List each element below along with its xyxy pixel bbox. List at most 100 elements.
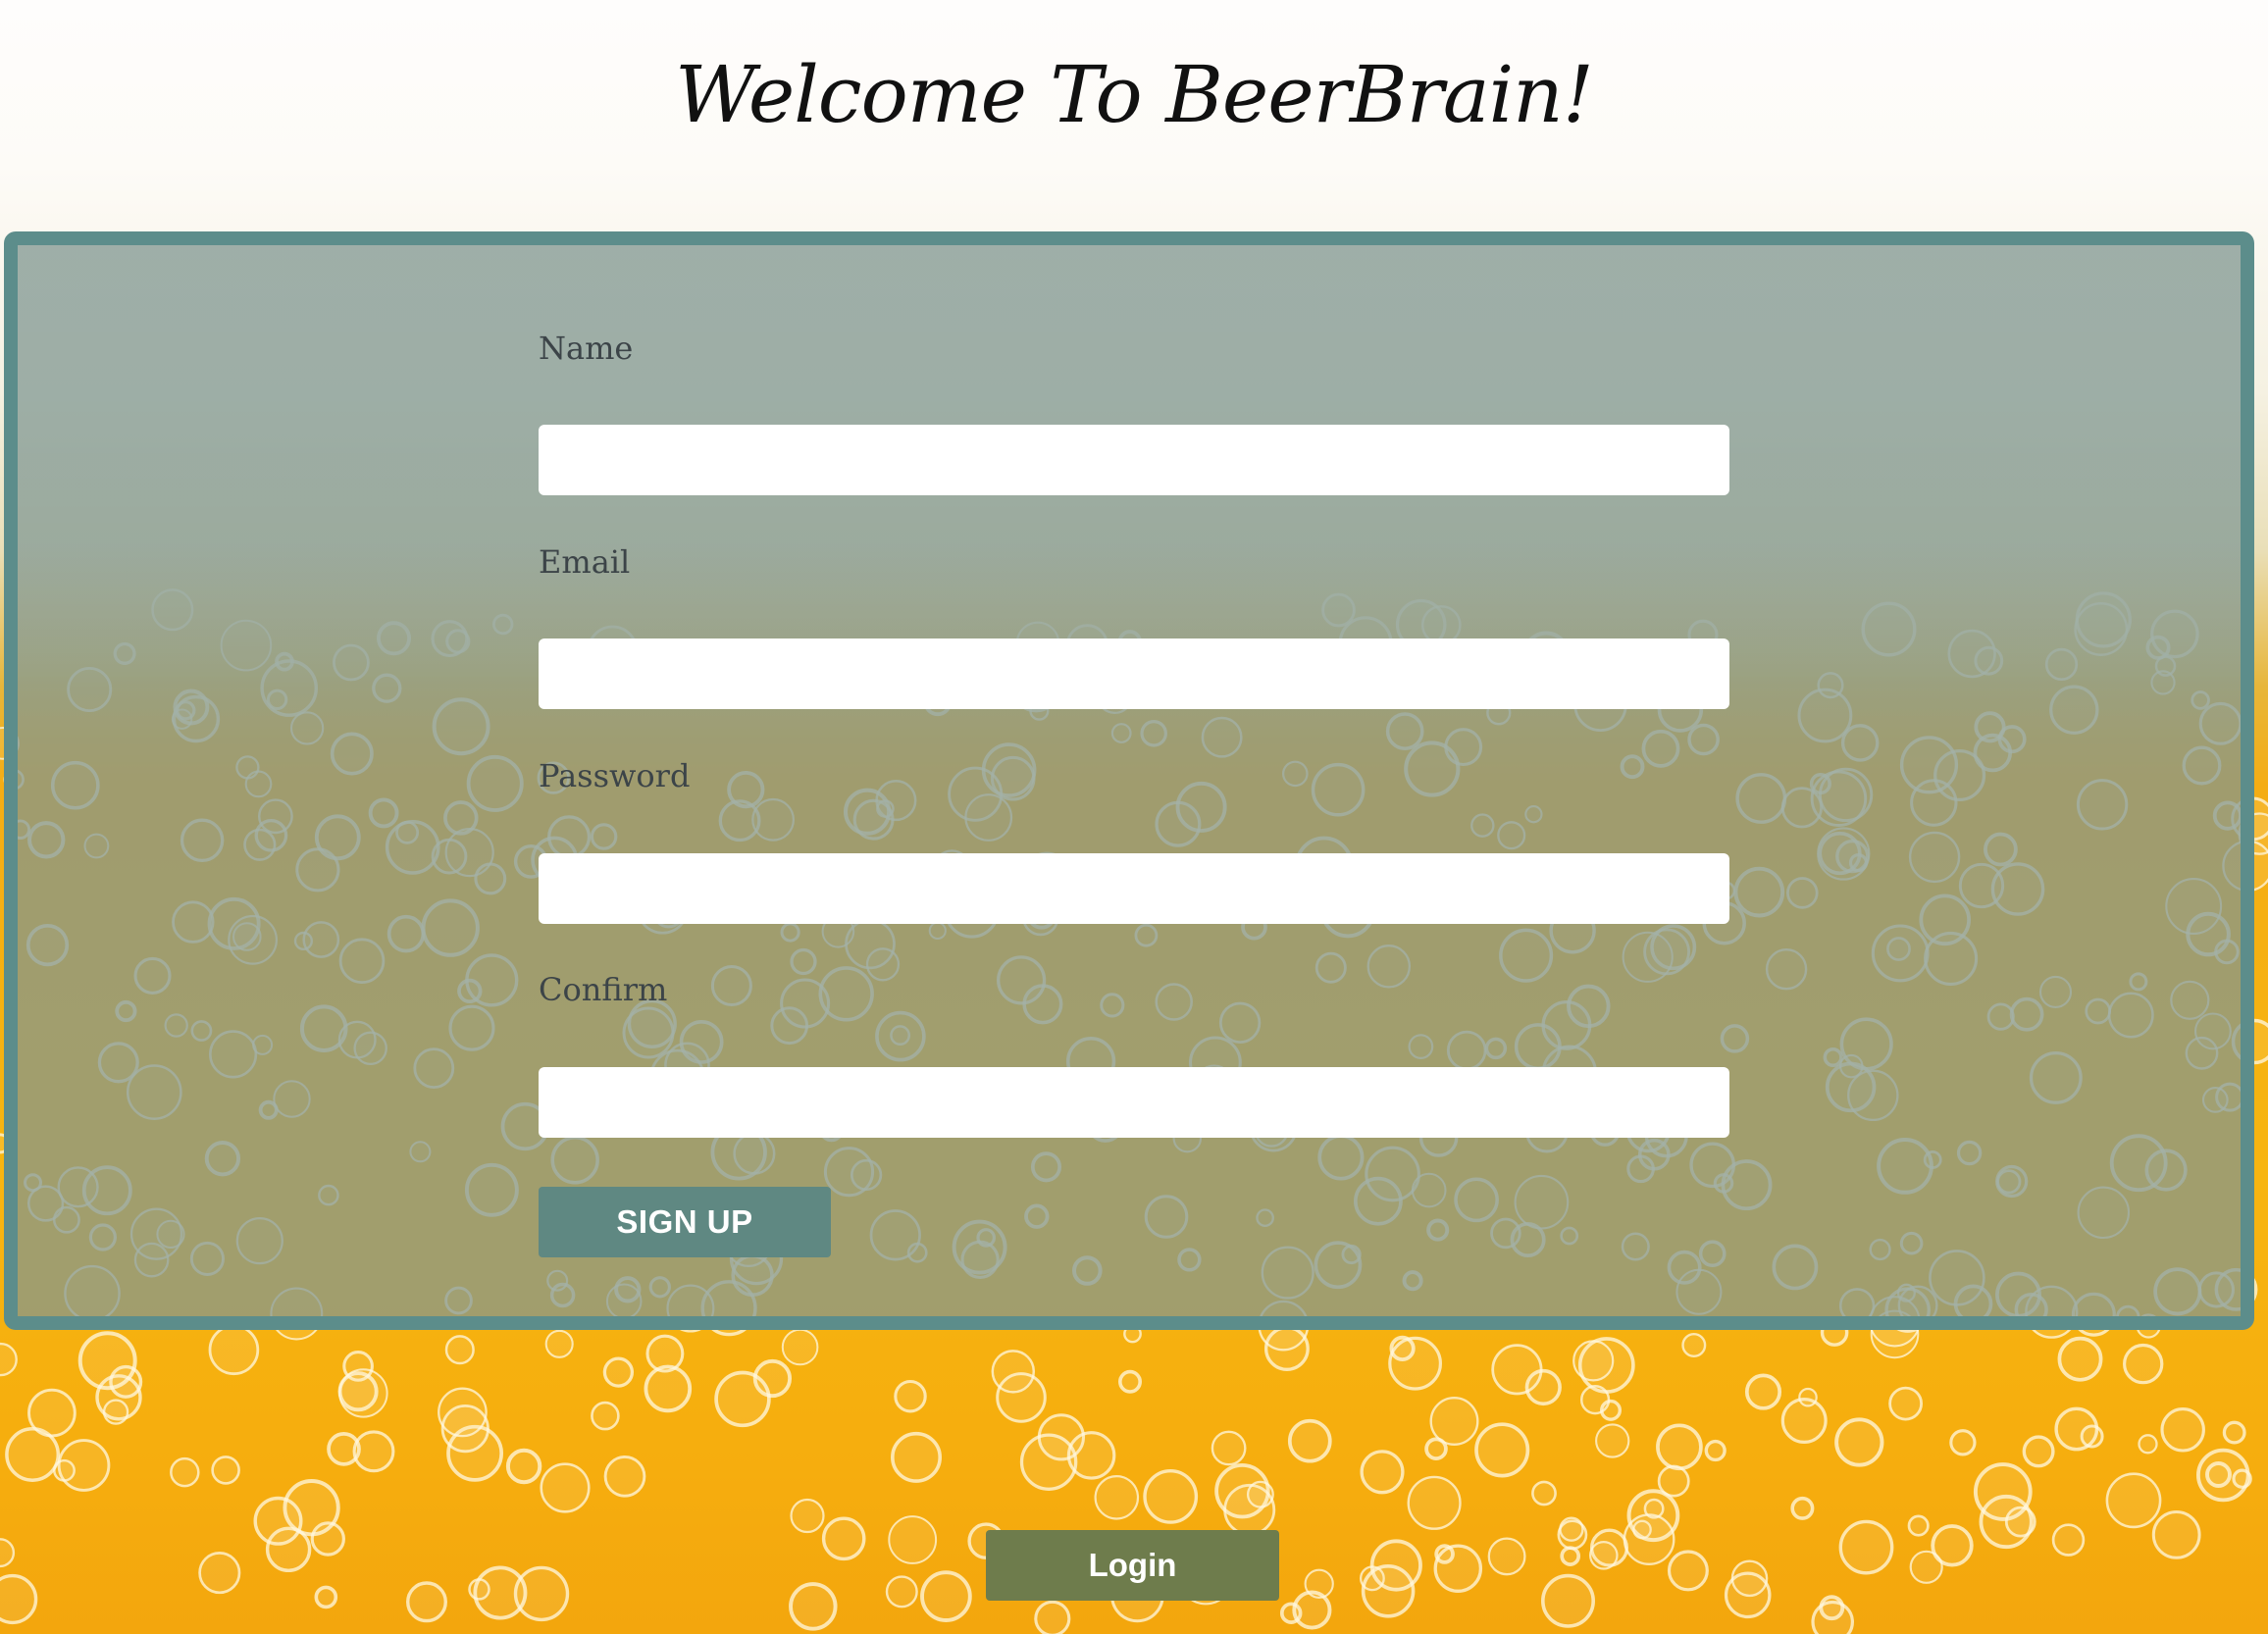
bubble: [211, 1455, 240, 1485]
bubble: [53, 1458, 76, 1482]
bubble: [1657, 1464, 1690, 1498]
bubble: [1407, 1475, 1462, 1530]
bubble: [1066, 1431, 1116, 1480]
bubble: [1369, 1539, 1422, 1592]
bubble: [1626, 1489, 1680, 1543]
bubble: [109, 1364, 143, 1399]
bubble: [1429, 1396, 1479, 1446]
bubble: [253, 1496, 303, 1546]
bubble: [1094, 1475, 1140, 1520]
bubble: [894, 1379, 927, 1413]
bubble: [208, 1324, 260, 1376]
bubble: [644, 1364, 693, 1413]
bubble: [1531, 1480, 1557, 1506]
bubble: [57, 1439, 111, 1492]
password-label: Password: [539, 757, 691, 794]
bubble: [1359, 1565, 1385, 1592]
bubble: [2160, 1407, 2205, 1453]
password-input[interactable]: [539, 853, 1729, 924]
email-label: Email: [539, 543, 631, 581]
bubble: [95, 1374, 142, 1421]
bubble: [1667, 1550, 1709, 1592]
bubble: [513, 1565, 570, 1622]
bubble: [1643, 1498, 1665, 1519]
bubble: [2122, 1343, 2164, 1385]
bubble: [1118, 1369, 1143, 1394]
bubble: [446, 1424, 504, 1482]
login-button[interactable]: Login: [986, 1530, 1279, 1601]
bubble: [265, 1526, 312, 1573]
bubble: [1491, 1344, 1543, 1396]
bubble: [2232, 1468, 2252, 1489]
bubble: [1907, 1514, 1930, 1537]
bubble: [1790, 1496, 1815, 1520]
bubble: [1724, 1571, 1772, 1619]
bubble: [991, 1350, 1036, 1394]
confirm-password-input[interactable]: [539, 1067, 1729, 1138]
bubble: [1304, 1568, 1334, 1599]
bubble: [1557, 1519, 1588, 1551]
bubble: [1681, 1332, 1707, 1357]
bubble: [505, 1448, 542, 1485]
bubble: [1019, 1433, 1078, 1491]
bubble: [406, 1581, 448, 1623]
bubble: [1292, 1590, 1332, 1630]
bubble: [752, 1358, 793, 1399]
bubble: [0, 1538, 16, 1568]
bubble: [1559, 1516, 1584, 1542]
bubble: [920, 1570, 972, 1622]
bubble: [314, 1585, 338, 1609]
bubble: [1424, 1437, 1448, 1460]
bubble: [310, 1521, 345, 1557]
bubble: [352, 1430, 395, 1473]
bubble: [5, 1427, 61, 1482]
bubble: [1434, 1544, 1455, 1564]
bubble: [996, 1372, 1047, 1423]
bubble: [821, 1516, 866, 1561]
bubble: [603, 1455, 646, 1498]
bubble: [1279, 1602, 1303, 1624]
bubble: [1811, 1600, 1854, 1634]
bubble: [1931, 1524, 1974, 1567]
email-input[interactable]: [539, 638, 1729, 709]
sign-up-button[interactable]: SIGN UP: [539, 1187, 831, 1257]
bubble: [540, 1462, 591, 1513]
bubble: [2022, 1435, 2055, 1468]
bubble: [1798, 1387, 1818, 1407]
bubble: [1389, 1335, 1416, 1362]
bubble: [1214, 1462, 1270, 1519]
bubble: [1599, 1399, 1622, 1421]
bubble: [0, 1573, 38, 1625]
bubble: [342, 1351, 374, 1382]
bubble: [337, 1371, 379, 1412]
name-input[interactable]: [539, 425, 1729, 495]
bubble: [1361, 1564, 1416, 1618]
bubble: [1037, 1413, 1086, 1461]
bubble: [1838, 1519, 1894, 1575]
bubble: [1487, 1537, 1526, 1576]
bubble: [1034, 1600, 1071, 1634]
bubble: [444, 1335, 475, 1365]
bubble: [1704, 1439, 1727, 1462]
bubble: [2138, 1434, 2158, 1455]
bubble: [645, 1334, 685, 1373]
bubble: [1572, 1340, 1615, 1382]
bubble: [1388, 1336, 1442, 1391]
bubble: [789, 1582, 838, 1631]
bubble: [468, 1578, 490, 1601]
bubble: [1973, 1462, 2033, 1521]
bubble: [1780, 1397, 1828, 1444]
bubble: [1589, 1541, 1619, 1570]
bubble: [1541, 1573, 1596, 1628]
bubble: [2151, 1510, 2201, 1559]
bubble: [591, 1401, 620, 1431]
bubble: [885, 1575, 918, 1608]
name-label: Name: [539, 330, 634, 367]
bubble: [544, 1329, 574, 1358]
confirm-label: Confirm: [539, 971, 668, 1008]
bubble: [1623, 1513, 1675, 1566]
bubble: [790, 1498, 825, 1534]
bubble: [1560, 1546, 1581, 1566]
bubble: [602, 1356, 635, 1388]
bubble: [1223, 1483, 1276, 1536]
